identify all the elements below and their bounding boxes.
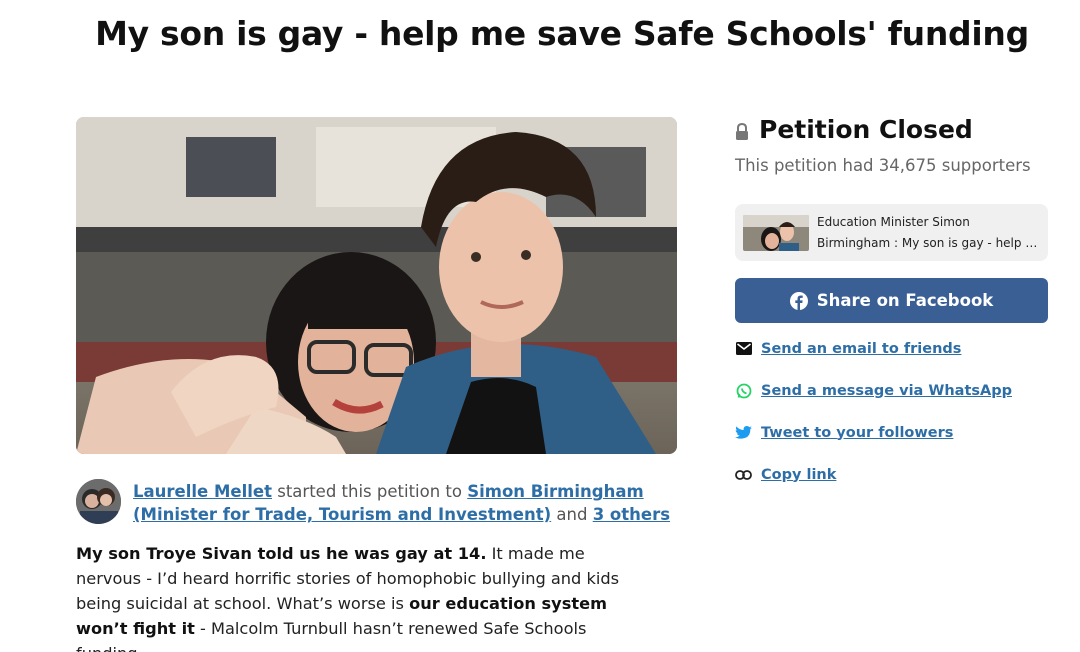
and-text: and (556, 505, 588, 524)
share-facebook-button[interactable]: Share on Facebook (735, 278, 1048, 323)
status-label: Petition Closed (759, 115, 973, 144)
twitter-icon (735, 424, 752, 441)
facebook-icon (789, 291, 808, 310)
starter-name-link[interactable]: Laurelle Mellet (133, 482, 272, 501)
starter-text: Laurelle Mellet started this petition to… (133, 480, 686, 526)
petition-photo (76, 117, 677, 454)
lock-icon (736, 122, 748, 140)
mail-icon (735, 340, 752, 357)
email-share-label[interactable]: Send an email to friends (761, 341, 961, 357)
copy-link-label[interactable]: Copy link (761, 467, 836, 483)
copy-link[interactable]: Copy link (735, 466, 836, 483)
others-link[interactable]: 3 others (593, 505, 670, 524)
avatar[interactable] (76, 479, 121, 524)
link-icon (735, 466, 752, 483)
page-title: My son is gay - help me save Safe School… (95, 14, 1029, 53)
petition-body: My son Troye Sivan told us he was gay at… (76, 541, 646, 652)
supporters-count: This petition had 34,675 supporters (735, 156, 1031, 175)
preview-line-2: Birmingham : My son is gay - help m... (817, 235, 1043, 250)
twitter-share-link[interactable]: Tweet to your followers (735, 424, 953, 441)
preview-text: Education Minister Simon Birmingham : My… (817, 212, 1043, 254)
petition-status: Petition Closed (735, 115, 973, 144)
whatsapp-share-label[interactable]: Send a message via WhatsApp (761, 383, 1012, 399)
preview-line-1: Education Minister Simon (817, 214, 970, 229)
preview-thumbnail (743, 214, 809, 251)
whatsapp-share-link[interactable]: Send a message via WhatsApp (735, 382, 1012, 399)
whatsapp-icon (735, 382, 752, 399)
share-facebook-label: Share on Facebook (816, 291, 994, 310)
twitter-share-label[interactable]: Tweet to your followers (761, 425, 953, 441)
email-share-link[interactable]: Send an email to friends (735, 340, 961, 357)
started-text: started this petition to (277, 482, 462, 501)
media-preview-card[interactable]: Education Minister Simon Birmingham : My… (735, 204, 1048, 261)
body-bold-1: My son Troye Sivan told us he was gay at… (76, 544, 487, 563)
